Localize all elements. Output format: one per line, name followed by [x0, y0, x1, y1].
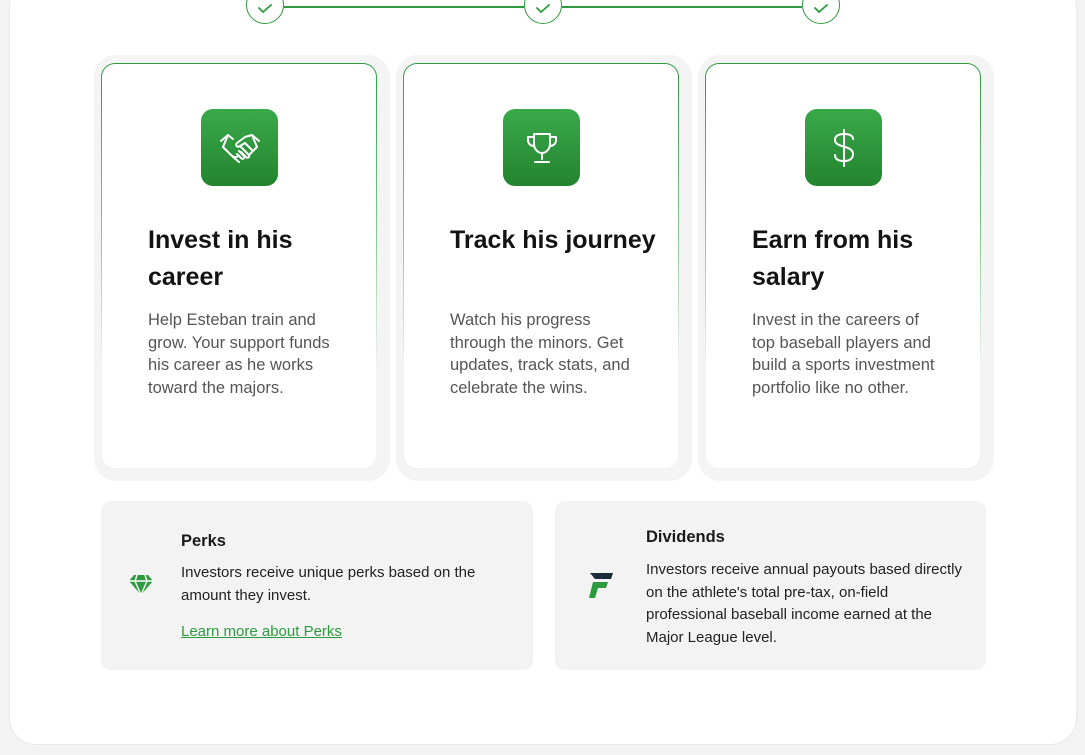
card-description: Watch his progress through the minors. G…: [450, 311, 630, 397]
dividends-text: Investors receive annual payouts based d…: [646, 561, 963, 646]
card-title: Invest in his career: [148, 226, 293, 291]
handshake-icon: [201, 109, 278, 186]
feature-card-earn: Earn from his salary Invest in the caree…: [698, 55, 994, 481]
card-body: Earn from his salary Invest in the caree…: [705, 63, 981, 469]
card-title: Track his journey: [450, 226, 656, 254]
step-check-icon: [246, 0, 284, 24]
progress-line: [284, 6, 524, 8]
card-description: Help Esteban train and grow. Your suppor…: [148, 311, 330, 397]
trophy-icon: [503, 109, 580, 186]
dividends-box: Dividends Investors receive annual payou…: [555, 501, 986, 670]
brand-f-logo-icon: [586, 570, 614, 605]
card-title: Earn from his salary: [752, 226, 914, 291]
perks-text: Investors receive unique perks based on …: [181, 564, 476, 604]
card-body: Invest in his career Help Esteban train …: [101, 63, 377, 469]
card-description: Invest in the careers of top baseball pl…: [752, 311, 935, 397]
feature-card-invest: Invest in his career Help Esteban train …: [94, 55, 390, 481]
diamond-icon: [128, 574, 154, 601]
progress-line: [562, 6, 802, 8]
perks-box: Perks Investors receive unique perks bas…: [101, 501, 533, 670]
dollar-icon: [805, 109, 882, 186]
step-check-icon: [802, 0, 840, 24]
progress-steps: [0, 0, 1085, 30]
dividends-text-clip: Investors receive annual payouts based d…: [646, 557, 966, 649]
feature-card-track: Track his journey Watch his progress thr…: [396, 55, 692, 481]
perks-title: Perks: [181, 532, 226, 550]
dividends-title: Dividends: [646, 528, 725, 546]
learn-more-perks-link[interactable]: Learn more about Perks: [181, 623, 342, 640]
step-check-icon: [524, 0, 562, 24]
card-body: Track his journey Watch his progress thr…: [403, 63, 679, 469]
